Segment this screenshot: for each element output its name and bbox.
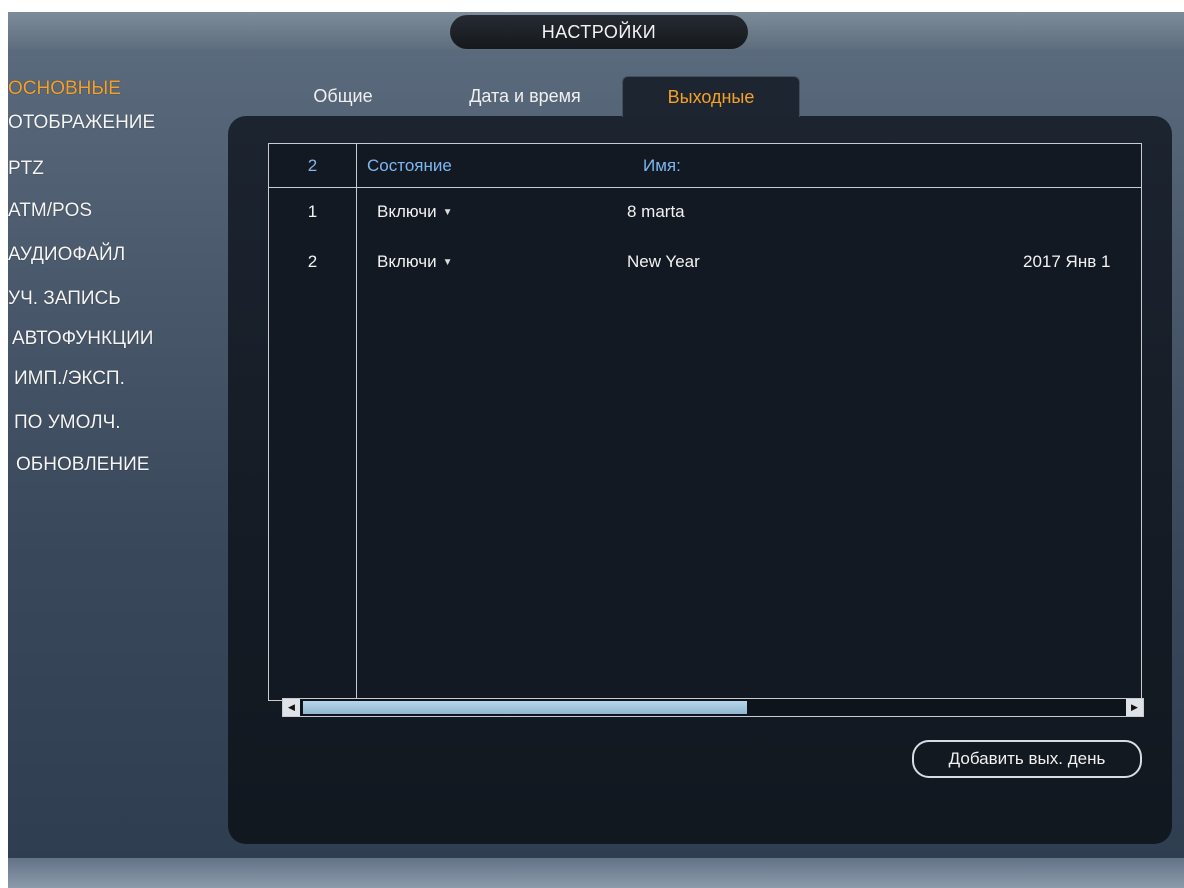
status-value: Включи [377,252,437,271]
sidebar-item-auto-maintain[interactable]: АВТОФУНКЦИИ [12,328,153,350]
top-bar: НАСТРОЙКИ [8,12,1184,50]
add-holiday-button[interactable]: Добавить вых. день [912,740,1142,778]
row-number: 1 [307,202,318,221]
sidebar-item-basic[interactable]: ОСНОВНЫЕ [8,78,121,100]
sidebar-item-atm-pos[interactable]: ATM/POS [8,200,92,222]
table-row[interactable]: 1 Включи ▼ 8 marta [269,198,1141,226]
sidebar-item-default[interactable]: ПО УМОЛЧ. [14,412,121,434]
caret-down-icon: ▼ [442,256,453,268]
row-count: 2 [307,155,318,175]
table-header: 2 Состояние Имя: [269,144,1141,188]
tab-holidays[interactable]: Выходные [622,76,800,117]
scroll-thumb[interactable] [303,701,747,714]
sidebar-item-import-export[interactable]: ИМП./ЭКСП. [14,368,125,390]
table-row[interactable]: 2 Включи ▼ New Year 2017 Янв 1 [269,248,1141,276]
sidebar-item-ptz[interactable]: PTZ [8,158,44,180]
status-select[interactable]: Включи ▼ [377,248,453,276]
horizontal-scrollbar[interactable]: ◀ ▶ [282,698,1144,717]
sidebar-item-upgrade[interactable]: ОБНОВЛЕНИЕ [16,454,149,476]
arrow-left-icon[interactable]: ◀ [283,699,300,716]
holiday-table: 2 Состояние Имя: 1 Включи ▼ 8 marta 2 Вкл… [268,143,1142,701]
status-select[interactable]: Включи ▼ [377,198,453,226]
column-divider [356,144,357,700]
holiday-name: New Year [627,252,700,271]
dvr-screen: НАСТРОЙКИ ОСНОВНЫЕ ОТОБРАЖЕНИЕ PTZ ATM/P… [8,12,1184,888]
page-title: НАСТРОЙКИ [450,15,748,49]
tab-date-time[interactable]: Дата и время [440,76,610,116]
tab-general[interactable]: Общие [298,76,388,116]
sidebar-item-display[interactable]: ОТОБРАЖЕНИЕ [8,112,155,134]
bottom-bar [8,858,1184,888]
status-value: Включи [377,202,437,221]
sidebar-item-account[interactable]: УЧ. ЗАПИСЬ [8,288,121,310]
arrow-right-icon[interactable]: ▶ [1126,699,1143,716]
holiday-date: 2017 Янв 1 [1023,252,1111,271]
row-number: 2 [307,252,318,271]
caret-down-icon: ▼ [442,206,453,218]
holiday-name: 8 marta [627,202,685,221]
column-header-name[interactable]: Имя: [643,144,681,187]
sidebar-item-audio[interactable]: АУДИОФАЙЛ [8,244,125,266]
column-header-status[interactable]: Состояние [367,144,452,187]
